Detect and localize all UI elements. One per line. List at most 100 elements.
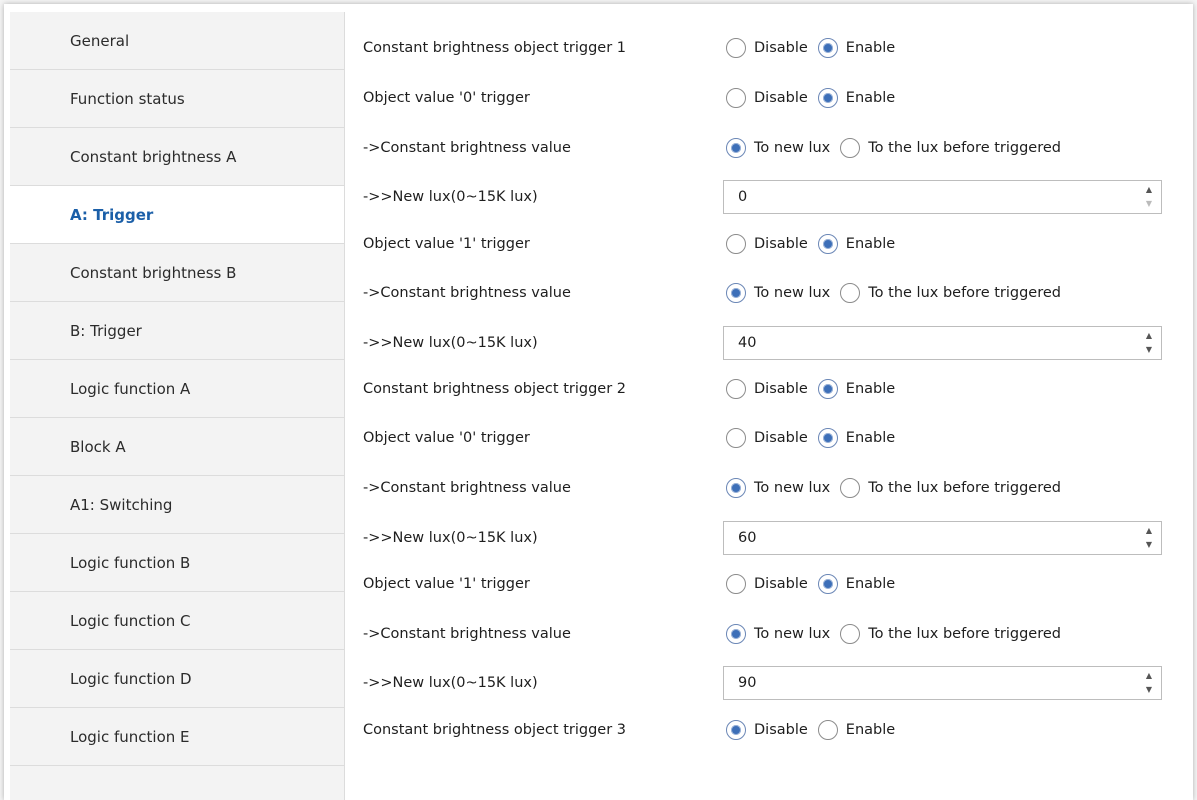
- param-row: ->>New lux(0~15K lux) 90 ▲ ▼: [345, 665, 1165, 701]
- sidebar-item-block-a[interactable]: Block A: [10, 418, 344, 476]
- radio-circle-selected[interactable]: [817, 38, 838, 58]
- radio-circle[interactable]: [726, 428, 746, 448]
- radio-circle-selected[interactable]: [726, 138, 746, 158]
- param-label: ->Constant brightness value: [363, 626, 571, 642]
- radio-circle[interactable]: [726, 88, 746, 108]
- spin-up-icon[interactable]: ▲: [1146, 526, 1152, 536]
- radio-enable[interactable]: Enable: [817, 574, 895, 594]
- radio-enable[interactable]: Enable: [817, 720, 895, 740]
- lux-spinbox[interactable]: 0 ▲ ▼: [723, 180, 1162, 214]
- sidebar-item-logic-function-a[interactable]: Logic function A: [10, 360, 344, 418]
- radio-circle-selected[interactable]: [726, 283, 746, 303]
- radio-circle-selected[interactable]: [817, 379, 838, 399]
- radio-circle-selected[interactable]: [817, 428, 838, 448]
- radio-to-new-lux[interactable]: To new lux: [726, 624, 830, 644]
- spin-down-icon[interactable]: ▼: [1146, 540, 1152, 550]
- radio-label: Enable: [845, 90, 896, 106]
- spin-down-icon[interactable]: ▼: [1146, 345, 1152, 355]
- radio-enable[interactable]: Enable: [817, 234, 896, 254]
- radio-to-new-lux[interactable]: To new lux: [726, 478, 830, 498]
- radio-circle-selected[interactable]: [817, 234, 838, 254]
- lux-spinbox[interactable]: 40 ▲ ▼: [723, 326, 1162, 360]
- radio-circle[interactable]: [726, 379, 746, 399]
- radio-label: To the lux before triggered: [868, 480, 1061, 496]
- radio-label: Disable: [754, 40, 808, 56]
- param-label: Object value '0' trigger: [363, 430, 530, 446]
- radio-circle-selected[interactable]: [817, 574, 838, 594]
- spin-up-icon[interactable]: ▲: [1146, 185, 1152, 195]
- radio-label: Enable: [845, 40, 896, 56]
- param-row: Constant brightness object trigger 2 Dis…: [345, 371, 1165, 407]
- param-label: ->>New lux(0~15K lux): [363, 189, 538, 205]
- spin-up-icon[interactable]: ▲: [1146, 331, 1152, 341]
- param-row: ->>New lux(0~15K lux) 60 ▲ ▼: [345, 520, 1165, 556]
- radio-enable[interactable]: Enable: [817, 88, 896, 108]
- radio-to-new-lux[interactable]: To new lux: [726, 138, 830, 158]
- radio-circle[interactable]: [726, 574, 746, 594]
- radio-disable[interactable]: Disable: [726, 428, 808, 448]
- radio-circle-selected[interactable]: [726, 624, 746, 644]
- radio-disable[interactable]: Disable: [726, 379, 808, 399]
- lux-spinbox[interactable]: 60 ▲ ▼: [723, 521, 1162, 555]
- radio-disable[interactable]: Disable: [726, 38, 808, 58]
- radio-circle-selected[interactable]: [726, 720, 746, 740]
- radio-group: Disable Enable: [726, 566, 905, 602]
- radio-to-lux-before-triggered[interactable]: To the lux before triggered: [840, 624, 1061, 644]
- spin-arrows: ▲ ▼: [1143, 185, 1155, 209]
- radio-disable[interactable]: Disable: [726, 574, 808, 594]
- radio-circle[interactable]: [817, 720, 838, 740]
- radio-to-new-lux[interactable]: To new lux: [726, 283, 830, 303]
- radio-circle[interactable]: [840, 624, 861, 644]
- radio-label: Disable: [754, 576, 808, 592]
- sidebar-item-b-trigger[interactable]: B: Trigger: [10, 302, 344, 360]
- spin-up-icon[interactable]: ▲: [1146, 671, 1152, 681]
- sidebar-item-logic-function-b[interactable]: Logic function B: [10, 534, 344, 592]
- sidebar-item-a1-switching[interactable]: A1: Switching: [10, 476, 344, 534]
- radio-to-lux-before-triggered[interactable]: To the lux before triggered: [840, 478, 1061, 498]
- lux-value[interactable]: 40: [738, 327, 756, 359]
- radio-circle[interactable]: [840, 138, 861, 158]
- radio-disable[interactable]: Disable: [726, 720, 808, 740]
- sidebar-item-general[interactable]: General: [10, 12, 344, 70]
- param-row: ->Constant brightness value To new lux T…: [345, 275, 1165, 311]
- lux-value[interactable]: 60: [738, 522, 756, 554]
- radio-circle-selected[interactable]: [817, 88, 838, 108]
- sidebar-item-a-trigger[interactable]: A: Trigger: [10, 186, 344, 244]
- radio-label: Disable: [754, 722, 808, 738]
- spin-down-icon[interactable]: ▼: [1146, 199, 1152, 209]
- radio-group: Disable Enable: [726, 420, 905, 456]
- radio-enable[interactable]: Enable: [817, 428, 896, 448]
- param-label: Object value '1' trigger: [363, 576, 530, 592]
- radio-enable[interactable]: Enable: [817, 379, 895, 399]
- radio-group: To new lux To the lux before triggered: [726, 130, 1071, 166]
- param-row: Object value '0' trigger Disable Enable: [345, 80, 1165, 116]
- lux-spinbox[interactable]: 90 ▲ ▼: [723, 666, 1162, 700]
- sidebar-item-logic-function-d[interactable]: Logic function D: [10, 650, 344, 708]
- radio-label: Disable: [754, 430, 808, 446]
- radio-to-lux-before-triggered[interactable]: To the lux before triggered: [840, 138, 1061, 158]
- radio-circle-selected[interactable]: [726, 478, 746, 498]
- radio-circle[interactable]: [726, 38, 746, 58]
- param-label: Object value '0' trigger: [363, 90, 530, 106]
- param-row: ->Constant brightness value To new lux T…: [345, 616, 1165, 652]
- param-row: ->>New lux(0~15K lux) 0 ▲ ▼: [345, 179, 1165, 215]
- spin-down-icon[interactable]: ▼: [1146, 685, 1152, 695]
- sidebar-item-constant-brightness-b[interactable]: Constant brightness B: [10, 244, 344, 302]
- sidebar-item-logic-function-e[interactable]: Logic function E: [10, 708, 344, 766]
- lux-value[interactable]: 0: [738, 181, 747, 213]
- radio-disable[interactable]: Disable: [726, 88, 808, 108]
- radio-circle[interactable]: [840, 478, 861, 498]
- radio-circle[interactable]: [726, 234, 746, 254]
- sidebar-item-logic-function-c[interactable]: Logic function C: [10, 592, 344, 650]
- param-row: Object value '1' trigger Disable Enable: [345, 566, 1165, 602]
- lux-value[interactable]: 90: [738, 667, 756, 699]
- sidebar-item-constant-brightness-a[interactable]: Constant brightness A: [10, 128, 344, 186]
- radio-label: Enable: [845, 236, 896, 252]
- radio-disable[interactable]: Disable: [726, 234, 808, 254]
- radio-label: Enable: [845, 430, 896, 446]
- sidebar-item-function-status[interactable]: Function status: [10, 70, 344, 128]
- param-label: ->>New lux(0~15K lux): [363, 530, 538, 546]
- radio-to-lux-before-triggered[interactable]: To the lux before triggered: [840, 283, 1061, 303]
- radio-enable[interactable]: Enable: [817, 38, 896, 58]
- radio-circle[interactable]: [840, 283, 861, 303]
